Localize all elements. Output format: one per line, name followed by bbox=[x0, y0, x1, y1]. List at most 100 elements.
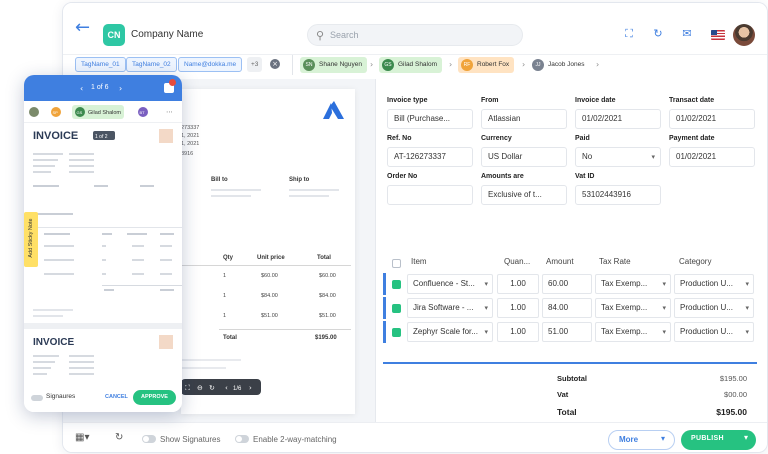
currency-field[interactable]: US Dollar bbox=[481, 147, 567, 167]
chat-icon[interactable]: ✉ bbox=[679, 26, 695, 42]
history-icon[interactable]: ↻ bbox=[650, 26, 666, 42]
invoice-date-value: 01/02/2021 bbox=[582, 114, 623, 123]
more-tags-badge[interactable]: +3 bbox=[247, 57, 263, 72]
order-no-field[interactable] bbox=[387, 185, 473, 205]
tag-chip[interactable]: TagName_02 bbox=[126, 57, 177, 72]
ref-no-field[interactable]: AT-126273337 bbox=[387, 147, 473, 167]
back-arrow-icon[interactable]: ← bbox=[75, 19, 93, 37]
paid-select[interactable]: No ▾ bbox=[575, 147, 661, 167]
item-cell[interactable]: Confluence - St... ▾ bbox=[407, 274, 493, 294]
cancel-button[interactable]: CANCEL bbox=[105, 394, 128, 400]
table-row[interactable]: Zephyr Scale for... ▾ 1.00 51.00 Tax Exem… bbox=[383, 321, 757, 343]
next-page-icon: › bbox=[249, 384, 252, 392]
column-header-item[interactable]: Item bbox=[411, 257, 427, 266]
tax-rate-value: Tax Exemp... bbox=[601, 303, 648, 312]
approver-chip[interactable]: SN Shane Nguyen bbox=[300, 57, 368, 73]
doc-col-qty: Qty bbox=[223, 255, 234, 261]
row-checkbox[interactable] bbox=[392, 328, 401, 337]
table-row[interactable]: Jira Software - ... ▾ 1.00 84.00 Tax Exem… bbox=[383, 297, 757, 319]
amount-cell[interactable]: 60.00 bbox=[542, 274, 592, 294]
chevron-down-icon: ▾ bbox=[745, 304, 749, 312]
company-logo[interactable]: CN bbox=[103, 24, 125, 46]
us-flag-icon[interactable] bbox=[711, 30, 725, 40]
tag-chip[interactable]: TagName_01 bbox=[75, 57, 126, 72]
approver-chip[interactable]: GS Gilad Shalom bbox=[379, 57, 443, 73]
subtotal-value: $195.00 bbox=[719, 374, 747, 383]
from-field[interactable]: Atlassian bbox=[481, 109, 567, 129]
amounts-are-select[interactable]: Exclusive of t... bbox=[481, 185, 567, 205]
table-row[interactable]: Confluence - St... ▾ 1.00 60.00 Tax Exemp… bbox=[383, 273, 757, 295]
item-cell[interactable]: Zephyr Scale for... ▾ bbox=[407, 322, 493, 342]
columns-icon[interactable]: ▦▾ bbox=[75, 432, 89, 443]
quantity-cell[interactable]: 1.00 bbox=[497, 274, 539, 294]
signatures-toggle[interactable] bbox=[31, 395, 43, 401]
add-sticky-note-tab[interactable]: Add Sticky Note bbox=[24, 212, 38, 267]
category-cell[interactable]: Production U... ▾ bbox=[674, 322, 754, 342]
mobile-doc-line bbox=[160, 259, 172, 261]
publish-button[interactable]: PUBLISH ▾ bbox=[681, 430, 756, 450]
avatar: JJ bbox=[532, 59, 544, 71]
field-label-vat-id: Vat ID bbox=[575, 173, 595, 180]
page-indicator: 1/6 bbox=[233, 386, 242, 392]
mobile-doc-line bbox=[33, 315, 63, 317]
vat-id-field[interactable]: 53102443916 bbox=[575, 185, 661, 205]
fullscreen-icon[interactable]: ⛶ bbox=[621, 26, 637, 42]
next-page-icon[interactable]: › bbox=[119, 84, 122, 93]
column-header-amount[interactable]: Amount bbox=[546, 257, 574, 266]
amount-cell[interactable]: 84.00 bbox=[542, 298, 592, 318]
mobile-invoice-logo bbox=[159, 335, 173, 349]
chevron-down-icon[interactable]: ▾ bbox=[661, 434, 665, 443]
subtotal-label: Subtotal bbox=[557, 374, 587, 383]
mobile-footer: Signaures CANCEL APPROVE bbox=[24, 379, 182, 412]
clear-tags-icon[interactable]: × bbox=[270, 59, 280, 69]
tax-rate-cell[interactable]: Tax Exemp... ▾ bbox=[595, 298, 671, 318]
search-input[interactable]: ⚲ Search bbox=[307, 24, 523, 46]
doc-ref-line: 3916 bbox=[181, 151, 193, 157]
quantity-cell[interactable]: 1.00 bbox=[497, 322, 539, 342]
mobile-doc-line bbox=[160, 233, 174, 235]
more-button[interactable]: More ▾ bbox=[608, 430, 675, 450]
tax-rate-cell[interactable]: Tax Exemp... ▾ bbox=[595, 274, 671, 294]
chevron-down-icon: ▾ bbox=[484, 280, 488, 288]
chevron-down-icon[interactable]: ▾ bbox=[744, 433, 748, 442]
invoice-date-field[interactable]: 01/02/2021 bbox=[575, 109, 661, 129]
mobile-doc-line bbox=[69, 153, 94, 155]
show-signatures-toggle[interactable] bbox=[142, 435, 156, 443]
category-cell[interactable]: Production U... ▾ bbox=[674, 298, 754, 318]
doc-placeholder-line bbox=[211, 195, 251, 197]
invoice-type-field[interactable]: Bill (Purchase... bbox=[387, 109, 473, 129]
user-avatar[interactable] bbox=[733, 24, 755, 46]
chevron-down-icon: ▾ bbox=[662, 280, 666, 288]
payment-date-field[interactable]: 01/02/2021 bbox=[669, 147, 755, 167]
search-icon: ⚲ bbox=[316, 30, 325, 42]
category-cell[interactable]: Production U... ▾ bbox=[674, 274, 754, 294]
approver-chip[interactable]: JJ Jacob Jones bbox=[529, 57, 590, 73]
prev-page-icon[interactable]: ‹ bbox=[80, 84, 83, 93]
approver-name: Gilad Shalom bbox=[398, 61, 438, 68]
tax-rate-cell[interactable]: Tax Exemp... ▾ bbox=[595, 322, 671, 342]
company-name[interactable]: Company Name bbox=[131, 29, 203, 40]
refresh-icon[interactable]: ↻ bbox=[115, 432, 123, 443]
pane-divider[interactable] bbox=[375, 79, 376, 422]
two-way-matching-toggle[interactable] bbox=[235, 435, 249, 443]
chevron-right-icon: › bbox=[522, 60, 526, 69]
row-checkbox[interactable] bbox=[392, 304, 401, 313]
tag-chip[interactable]: Name@dokka.me bbox=[178, 57, 243, 72]
transact-date-field[interactable]: 01/02/2021 bbox=[669, 109, 755, 129]
column-header-tax-rate[interactable]: Tax Rate bbox=[599, 257, 631, 266]
chevron-down-icon: ▾ bbox=[745, 280, 749, 288]
approve-button[interactable]: APPROVE bbox=[133, 390, 176, 405]
column-header-quantity[interactable]: Quan... bbox=[504, 257, 530, 266]
mobile-doc-line bbox=[104, 289, 114, 291]
select-all-checkbox[interactable] bbox=[392, 259, 401, 268]
amount-cell[interactable]: 51.00 bbox=[542, 322, 592, 342]
approver-chip[interactable]: RF Robert Fox bbox=[458, 57, 515, 73]
column-header-category[interactable]: Category bbox=[679, 257, 711, 266]
quantity-cell[interactable]: 1.00 bbox=[497, 298, 539, 318]
item-cell[interactable]: Jira Software - ... ▾ bbox=[407, 298, 493, 318]
row-checkbox[interactable] bbox=[392, 280, 401, 289]
mobile-doc-line bbox=[102, 273, 106, 275]
currency-value: US Dollar bbox=[488, 152, 523, 161]
search-placeholder: Search bbox=[330, 30, 359, 40]
doc-total-value: $195.00 bbox=[315, 335, 337, 341]
